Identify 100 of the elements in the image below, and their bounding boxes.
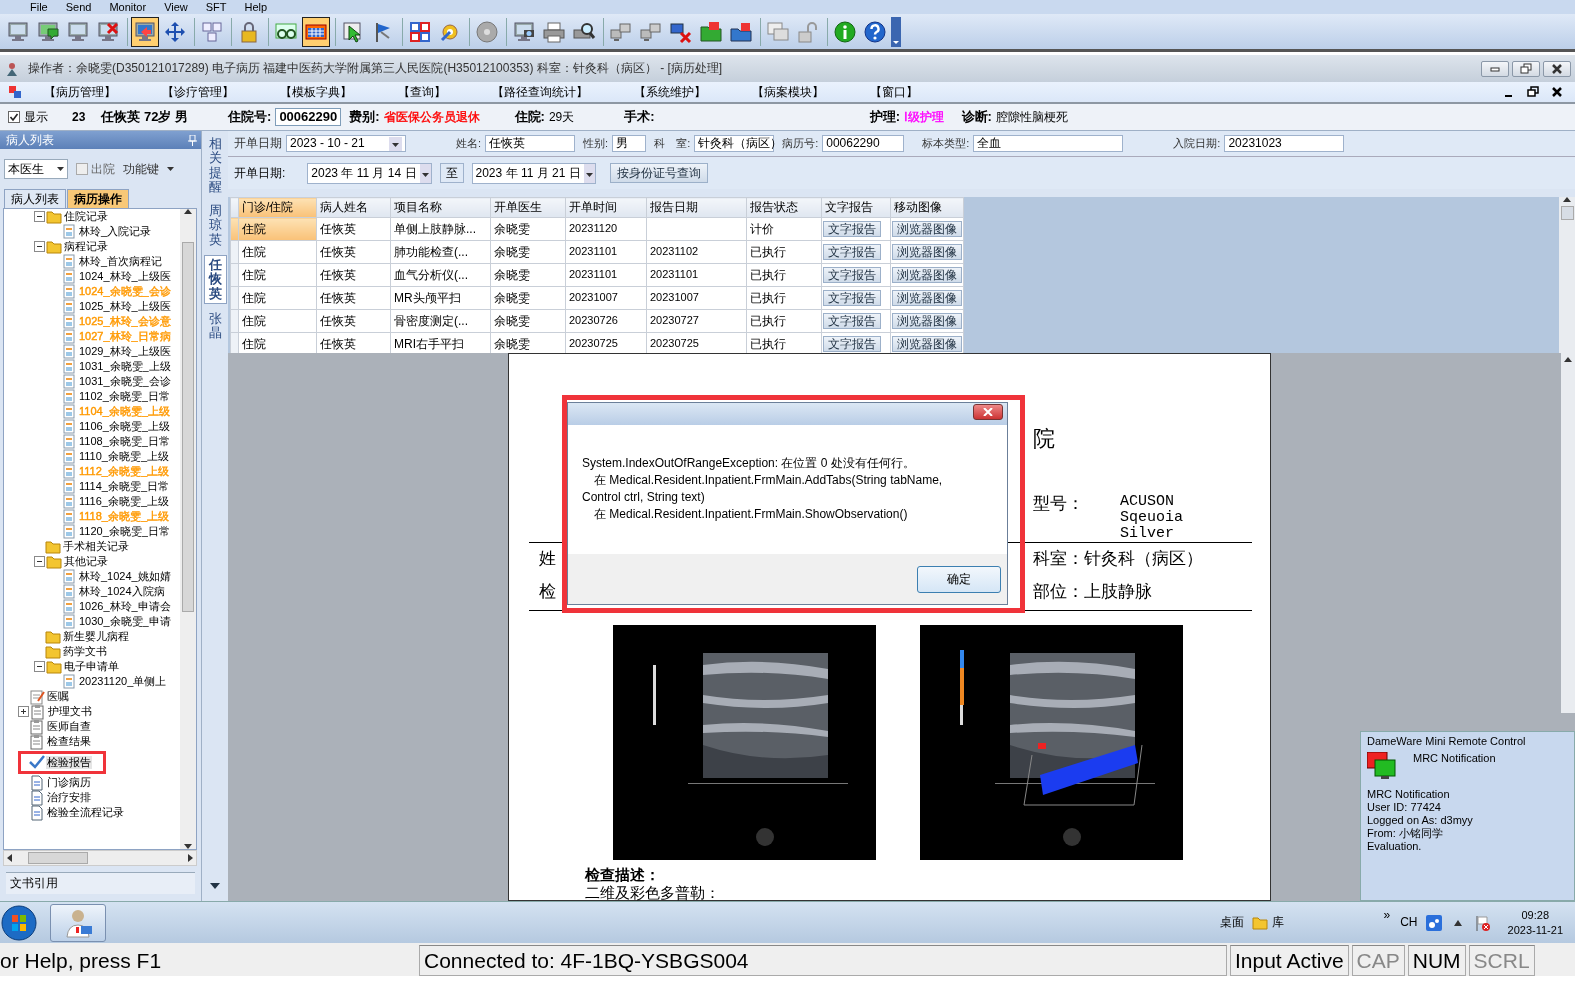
- menu-item[interactable]: 【模板字典】: [280, 84, 352, 100]
- taskbar-app-button[interactable]: [50, 903, 106, 942]
- search-button[interactable]: 按身份证号查询: [609, 162, 708, 184]
- menu-item[interactable]: Help: [244, 0, 268, 14]
- menu-item[interactable]: Send: [65, 0, 92, 14]
- column-header[interactable]: 移动图像: [890, 197, 964, 218]
- column-header[interactable]: 开单时间: [565, 197, 647, 218]
- dropdown-icon[interactable]: [419, 163, 431, 183]
- dropdown-icon[interactable]: [389, 136, 402, 151]
- side-tab[interactable]: 周琼英: [204, 202, 226, 250]
- tree-item[interactable]: 1116_余晓雯_上级: [78, 495, 171, 509]
- tree-item[interactable]: 病程记录: [63, 240, 109, 254]
- input-method-icon[interactable]: [1425, 914, 1442, 931]
- language-indicator[interactable]: CH: [1400, 915, 1418, 930]
- tree-item[interactable]: 林玲_首次病程记: [78, 255, 164, 269]
- column-header[interactable]: 报告日期: [646, 197, 747, 218]
- scroll-up-icon[interactable]: [1563, 197, 1571, 202]
- menu-item[interactable]: 【病历管理】: [44, 84, 116, 100]
- tree-item[interactable]: 1114_余晓雯_日常: [78, 480, 171, 494]
- monitor-icon[interactable]: [131, 16, 159, 47]
- tree-item[interactable]: 林玲_入院记录: [78, 225, 153, 239]
- tray-expand-icon[interactable]: [1453, 919, 1462, 926]
- scroll-left-icon[interactable]: [7, 854, 12, 863]
- tree-item[interactable]: 20231120_单侧上: [78, 675, 168, 689]
- image-button[interactable]: 浏览器图像: [892, 289, 962, 307]
- tree-item[interactable]: 治疗安排: [46, 791, 92, 805]
- collapse-icon[interactable]: [34, 241, 45, 253]
- tree-item[interactable]: 1106_余晓雯_上级: [78, 420, 171, 434]
- image-button[interactable]: 浏览器图像: [892, 266, 962, 284]
- caret-icon[interactable]: [57, 167, 64, 171]
- more-button[interactable]: »: [1383, 908, 1391, 923]
- collapse-icon[interactable]: [34, 661, 45, 673]
- report-button[interactable]: 文字报告: [823, 312, 881, 330]
- tree-item[interactable]: 门诊病历: [46, 776, 92, 790]
- toolbar-label[interactable]: 桌面: [1219, 915, 1244, 930]
- tree-item[interactable]: 1120_余晓雯_日常: [78, 525, 171, 539]
- side-tab[interactable]: 张晶: [204, 309, 226, 343]
- collapse-icon[interactable]: [34, 211, 45, 223]
- menu-item[interactable]: 【查询】: [398, 84, 446, 100]
- column-header[interactable]: 文字报告: [821, 197, 891, 218]
- menu-item[interactable]: 【路径查询统计】: [492, 84, 588, 100]
- tree-item[interactable]: 1026_林玲_申请会: [78, 600, 172, 614]
- menu-item[interactable]: 【诊疗管理】: [162, 84, 234, 100]
- column-header[interactable]: 开单医生: [490, 197, 566, 218]
- clock-time[interactable]: 09:28: [1507, 907, 1563, 923]
- column-header[interactable]: 报告状态: [746, 197, 822, 218]
- column-header[interactable]: 门诊/住院: [238, 197, 317, 218]
- tree-item[interactable]: 1024_林玲_上级医: [78, 270, 172, 284]
- tree-item[interactable]: 林玲_1024入院病: [78, 585, 166, 599]
- tree-item[interactable]: 新生婴儿病程: [62, 630, 130, 644]
- tree-item[interactable]: 1031_余晓雯_上级: [78, 360, 172, 374]
- tree-item[interactable]: 1110_余晓雯_上级: [78, 450, 171, 464]
- scrollbar[interactable]: [1559, 197, 1575, 353]
- scroll-up-icon[interactable]: [184, 209, 192, 215]
- flag-icon[interactable]: [1473, 914, 1490, 931]
- text-field[interactable]: 任恢英: [485, 135, 576, 152]
- overflow-icon[interactable]: [891, 16, 901, 47]
- scrollbar-thumb[interactable]: [182, 242, 194, 613]
- report-button[interactable]: 文字报告: [823, 335, 881, 353]
- report-button[interactable]: 文字报告: [823, 243, 881, 261]
- tree-item[interactable]: 护理文书: [47, 705, 93, 719]
- tree-item[interactable]: 1108_余晓雯_日常: [78, 435, 171, 449]
- side-tab[interactable]: 任恢英: [203, 255, 227, 304]
- date-select[interactable]: 2023 - 10 - 21: [286, 135, 406, 152]
- tree-item[interactable]: 电子申请单: [63, 660, 120, 674]
- menu-item[interactable]: 【病案模块】: [752, 84, 824, 100]
- date-picker[interactable]: 2023 年 11 月 14 日: [307, 162, 432, 184]
- close-icon[interactable]: [1551, 86, 1563, 98]
- tree-item[interactable]: 其他记录: [63, 555, 109, 569]
- tree-item[interactable]: 1102_余晓雯_日常: [78, 390, 171, 404]
- tree-item[interactable]: 林玲_1024_姚如婧: [78, 570, 172, 584]
- scrollbar-thumb[interactable]: [28, 852, 88, 865]
- menu-item[interactable]: Monitor: [109, 0, 147, 14]
- pin-icon[interactable]: [188, 134, 197, 146]
- tree-item[interactable]: 住院记录: [63, 210, 109, 224]
- side-tab[interactable]: 相关提醒: [204, 135, 226, 197]
- doctor-select[interactable]: 本医生: [4, 159, 68, 179]
- scroll-up-icon[interactable]: [1564, 357, 1572, 362]
- menu-item[interactable]: File: [30, 0, 48, 14]
- report-button[interactable]: 文字报告: [823, 289, 881, 307]
- scroll-down-icon[interactable]: [210, 883, 220, 889]
- checkbox-label[interactable]: 出院: [91, 161, 115, 177]
- tree-item[interactable]: 1030_余晓雯_申请: [78, 615, 172, 629]
- scrollbar[interactable]: [1561, 353, 1575, 713]
- tree-item[interactable]: 1025_林玲_上级医: [78, 300, 172, 314]
- report-button[interactable]: 文字报告: [823, 220, 881, 238]
- panel-tab[interactable]: 病人列表: [4, 189, 66, 209]
- restore-button[interactable]: [1512, 60, 1540, 77]
- caret-icon[interactable]: [167, 167, 174, 171]
- inpatient-number-field[interactable]: 00062290: [275, 108, 342, 126]
- keyboard-icon[interactable]: [302, 16, 330, 47]
- scrollbar[interactable]: [3, 850, 197, 867]
- menu-item[interactable]: View: [164, 0, 188, 14]
- close-button[interactable]: [1543, 60, 1571, 77]
- menu-item[interactable]: SFT: [205, 0, 227, 14]
- close-button[interactable]: [973, 404, 1003, 420]
- panel-footer[interactable]: 文书引用: [6, 872, 195, 894]
- checkbox[interactable]: [76, 163, 88, 175]
- tree-item[interactable]: 检验全流程记录: [46, 806, 125, 820]
- tree-item[interactable]: 药学文书: [62, 645, 108, 659]
